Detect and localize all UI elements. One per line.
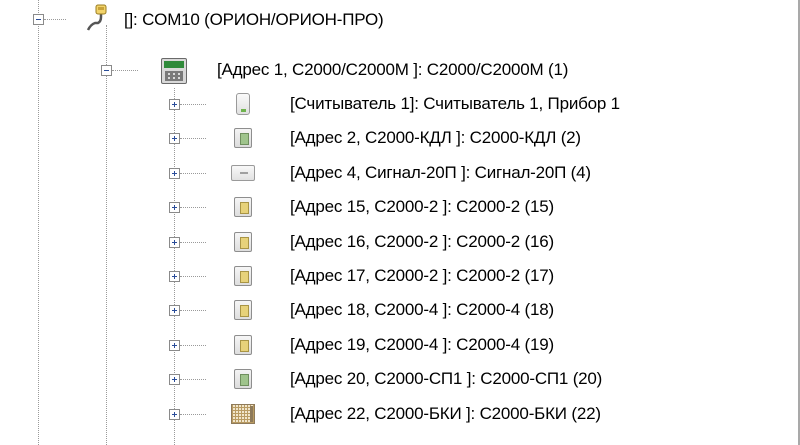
com-port-icon — [86, 4, 107, 31]
c2000-4-device-icon — [234, 335, 252, 355]
c2000-2-device-icon — [234, 266, 252, 286]
tree-connector — [180, 276, 206, 277]
tree-guide-line — [38, 0, 39, 445]
expand-toggle[interactable] — [169, 202, 180, 213]
collapse-toggle-controller[interactable] — [101, 65, 112, 76]
tree-node-label[interactable]: [Адрес 18, С2000-4 ]: С2000-4 (18) — [290, 300, 554, 320]
c2000-2-device-icon — [234, 197, 252, 217]
tree-node-label[interactable]: [Считыватель 1]: Считыватель 1, Прибор 1 — [290, 94, 620, 114]
control-panel-icon — [161, 58, 187, 84]
tree-node-root-label[interactable]: []: COM10 (ОРИОН/ОРИОН-ПРО) — [124, 10, 384, 30]
expand-toggle[interactable] — [169, 168, 180, 179]
expand-toggle[interactable] — [169, 133, 180, 144]
collapse-toggle-root[interactable] — [33, 14, 44, 25]
reader-icon — [236, 93, 250, 115]
tree-node-label[interactable]: [Адрес 22, С2000-БКИ ]: С2000-БКИ (22) — [290, 404, 601, 424]
tree-connector — [180, 345, 206, 346]
expand-toggle[interactable] — [169, 99, 180, 110]
sp1-device-icon — [234, 369, 252, 389]
device-tree: []: COM10 (ОРИОН/ОРИОН-ПРО) [Адрес 1, С2… — [0, 0, 800, 445]
tree-connector — [180, 173, 206, 174]
expand-toggle[interactable] — [169, 374, 180, 385]
tree-connector — [180, 138, 206, 139]
tree-node-label[interactable]: [Адрес 16, С2000-2 ]: С2000-2 (16) — [290, 232, 554, 252]
tree-connector — [180, 207, 206, 208]
expand-toggle[interactable] — [169, 340, 180, 351]
expand-toggle[interactable] — [169, 237, 180, 248]
expand-toggle[interactable] — [169, 305, 180, 316]
c2000-2-device-icon — [234, 232, 252, 252]
tree-guide-line — [106, 25, 107, 445]
tree-node-label[interactable]: [Адрес 2, С2000-КДЛ ]: С2000-КДЛ (2) — [290, 128, 581, 148]
tree-connector — [180, 379, 206, 380]
kdl-device-icon — [234, 128, 252, 148]
expand-toggle[interactable] — [169, 271, 180, 282]
tree-node-controller-label[interactable]: [Адрес 1, С2000/С2000М ]: С2000/С2000М (… — [217, 60, 568, 80]
expand-toggle[interactable] — [169, 409, 180, 420]
tree-connector — [180, 104, 206, 105]
tree-connector — [180, 310, 206, 311]
tree-node-label[interactable]: [Адрес 4, Сигнал-20П ]: Сигнал-20П (4) — [290, 163, 591, 183]
tree-node-label[interactable]: [Адрес 20, С2000-СП1 ]: С2000-СП1 (20) — [290, 369, 602, 389]
tree-connector — [44, 19, 66, 20]
signal-device-icon — [231, 165, 255, 181]
tree-connector — [112, 70, 138, 71]
tree-connector — [180, 414, 206, 415]
bki-device-icon — [231, 404, 255, 424]
tree-node-label[interactable]: [Адрес 19, С2000-4 ]: С2000-4 (19) — [290, 335, 554, 355]
tree-node-label[interactable]: [Адрес 17, С2000-2 ]: С2000-2 (17) — [290, 266, 554, 286]
tree-connector — [180, 242, 206, 243]
c2000-4-device-icon — [234, 300, 252, 320]
tree-node-label[interactable]: [Адрес 15, С2000-2 ]: С2000-2 (15) — [290, 197, 554, 217]
